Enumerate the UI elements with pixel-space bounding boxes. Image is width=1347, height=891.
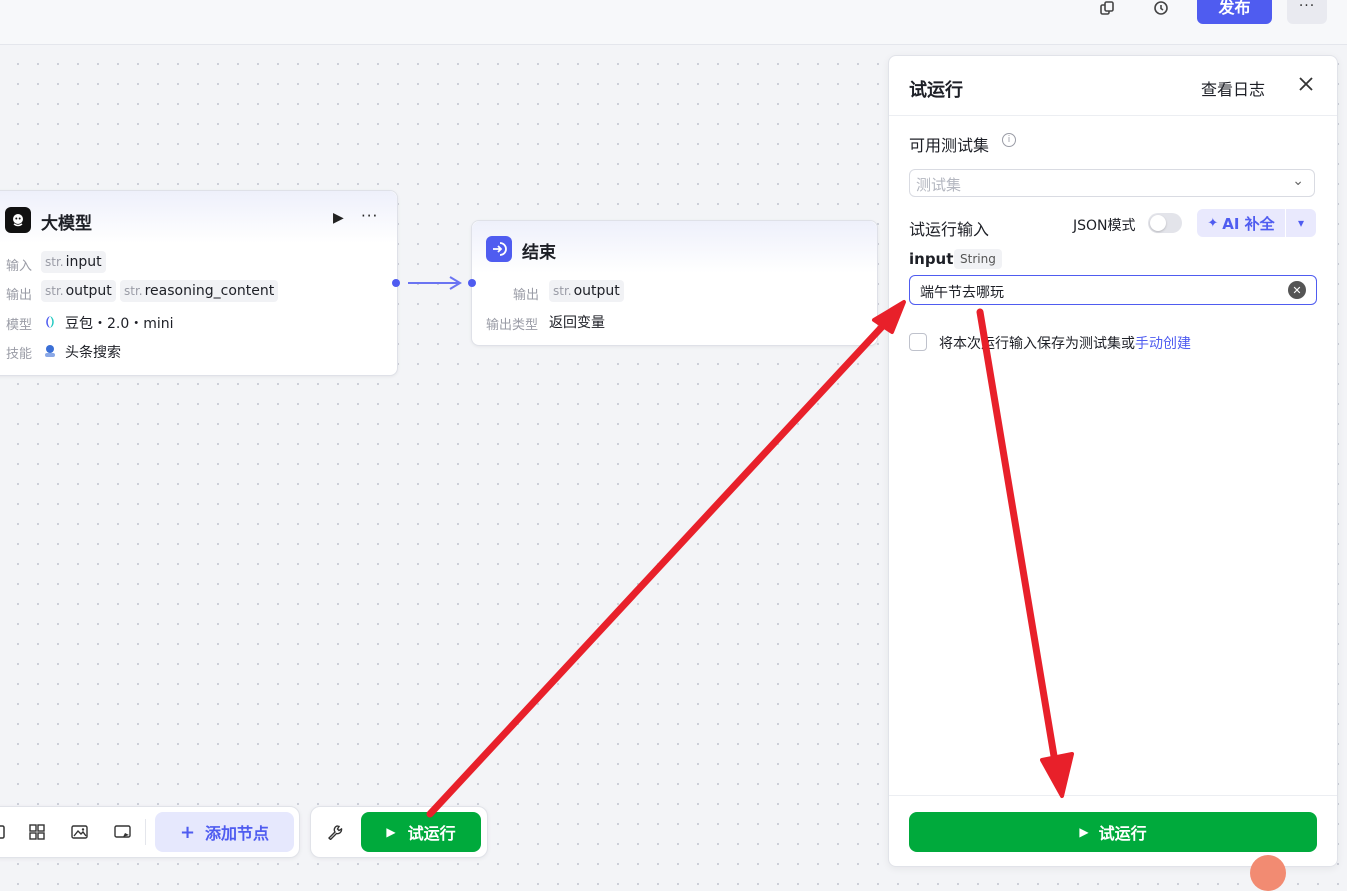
- input-var-tag: str. input: [41, 251, 106, 273]
- field-type-tag: String: [954, 249, 1002, 269]
- toggle-knob: [1150, 215, 1166, 231]
- doubao-model-icon: [43, 314, 57, 328]
- play-icon: ▶: [1079, 825, 1089, 839]
- ai-complete-dropdown[interactable]: ▾: [1286, 209, 1316, 237]
- toolbar-run-label: 试运行: [407, 824, 456, 843]
- testset-select[interactable]: 测试集 ⌄: [909, 169, 1315, 197]
- json-mode-label: JSON模式: [1073, 218, 1136, 234]
- end-node-icon: [486, 236, 512, 262]
- panel-run-button[interactable]: ▶ 试运行: [909, 812, 1317, 852]
- panel-run-label: 试运行: [1098, 824, 1147, 843]
- comment-icon[interactable]: [113, 822, 133, 842]
- json-mode-toggle[interactable]: [1148, 213, 1182, 233]
- input-row-label: 输入: [6, 259, 33, 274]
- history-icon[interactable]: [1147, 0, 1175, 18]
- output-var-tag: str. output: [41, 280, 116, 302]
- save-testset-checkbox[interactable]: [909, 333, 927, 351]
- view-log-button[interactable]: 查看日志: [1201, 76, 1265, 100]
- end-output-var-tag: str. output: [549, 280, 624, 302]
- minimap-icon[interactable]: [0, 822, 15, 842]
- clear-icon[interactable]: ✕: [1288, 281, 1306, 299]
- toutiao-search-icon: [43, 343, 57, 357]
- reasoning-var-tag: str. reasoning_content: [120, 280, 279, 302]
- chevron-down-icon: ⌄: [1292, 173, 1304, 189]
- llm-node-icon: [5, 207, 31, 233]
- ai-complete-button[interactable]: ✦ AI 补全: [1197, 209, 1285, 237]
- chevron-down-icon: ▾: [1297, 216, 1305, 230]
- plus-icon: +: [179, 821, 196, 843]
- testset-label: 可用测试集: [909, 136, 990, 155]
- add-node-label: 添加节点: [205, 824, 270, 843]
- end-output-label: 输出: [513, 288, 540, 303]
- play-icon: ▶: [386, 825, 396, 839]
- wrench-icon[interactable]: [325, 822, 345, 842]
- skill-value: 头条搜索: [65, 345, 121, 361]
- panel-title: 试运行: [909, 80, 963, 101]
- top-bar: 发布 ···: [0, 0, 1347, 45]
- model-value: 豆包・2.0・mini: [65, 316, 174, 332]
- testset-placeholder: 测试集: [916, 176, 962, 194]
- llm-node[interactable]: 大模型 ▶ ··· 输入 str. input 输出 str. output str…: [0, 190, 398, 376]
- skill-row-label: 技能: [6, 347, 33, 362]
- input-field-value: 端午节去哪玩: [920, 285, 1004, 301]
- output-type-value: 返回变量: [549, 315, 605, 331]
- end-node-title: 结束: [522, 243, 556, 263]
- grid-layout-icon[interactable]: [27, 822, 47, 842]
- floating-assistant-icon[interactable]: [1250, 855, 1286, 891]
- image-icon[interactable]: [70, 822, 90, 842]
- input-field[interactable]: 端午节去哪玩 ✕: [909, 275, 1317, 305]
- close-icon[interactable]: [1294, 72, 1318, 96]
- add-node-button[interactable]: + 添加节点: [155, 812, 294, 852]
- panel-divider: [889, 115, 1337, 116]
- toolbar-run-button[interactable]: ▶ 试运行: [361, 812, 481, 852]
- manual-create-link[interactable]: 手动创建: [1135, 336, 1191, 352]
- output-type-label: 输出类型: [486, 318, 539, 333]
- info-icon[interactable]: i: [1002, 133, 1016, 147]
- toolbar-divider: [145, 819, 146, 845]
- llm-node-title: 大模型: [41, 214, 92, 234]
- model-row-label: 模型: [6, 318, 33, 333]
- copy-icon[interactable]: [1093, 0, 1121, 18]
- end-node[interactable]: 结束 输出 str. output 输出类型 返回变量: [471, 220, 878, 346]
- panel-footer-divider: [889, 795, 1337, 796]
- sparkle-icon: ✦: [1207, 215, 1219, 231]
- run-toolbar: ▶ 试运行: [310, 806, 488, 858]
- field-name: input: [909, 250, 954, 268]
- play-icon[interactable]: ▶: [333, 210, 344, 226]
- canvas-toolbar: + 添加节点: [0, 806, 300, 858]
- publish-button[interactable]: 发布: [1197, 0, 1272, 24]
- output-row-label: 输出: [6, 288, 33, 303]
- run-input-label: 试运行输入: [909, 220, 990, 239]
- ai-complete-label: AI 补全: [1222, 214, 1275, 233]
- test-run-panel: 试运行 查看日志 可用测试集 i 测试集 ⌄ 试运行输入 JSON模式 ✦ AI…: [888, 55, 1338, 867]
- llm-node-more-button[interactable]: ···: [361, 207, 378, 225]
- save-testset-text: 将本次运行输入保存为测试集或手动创建: [939, 336, 1191, 352]
- more-options-button[interactable]: ···: [1287, 0, 1327, 24]
